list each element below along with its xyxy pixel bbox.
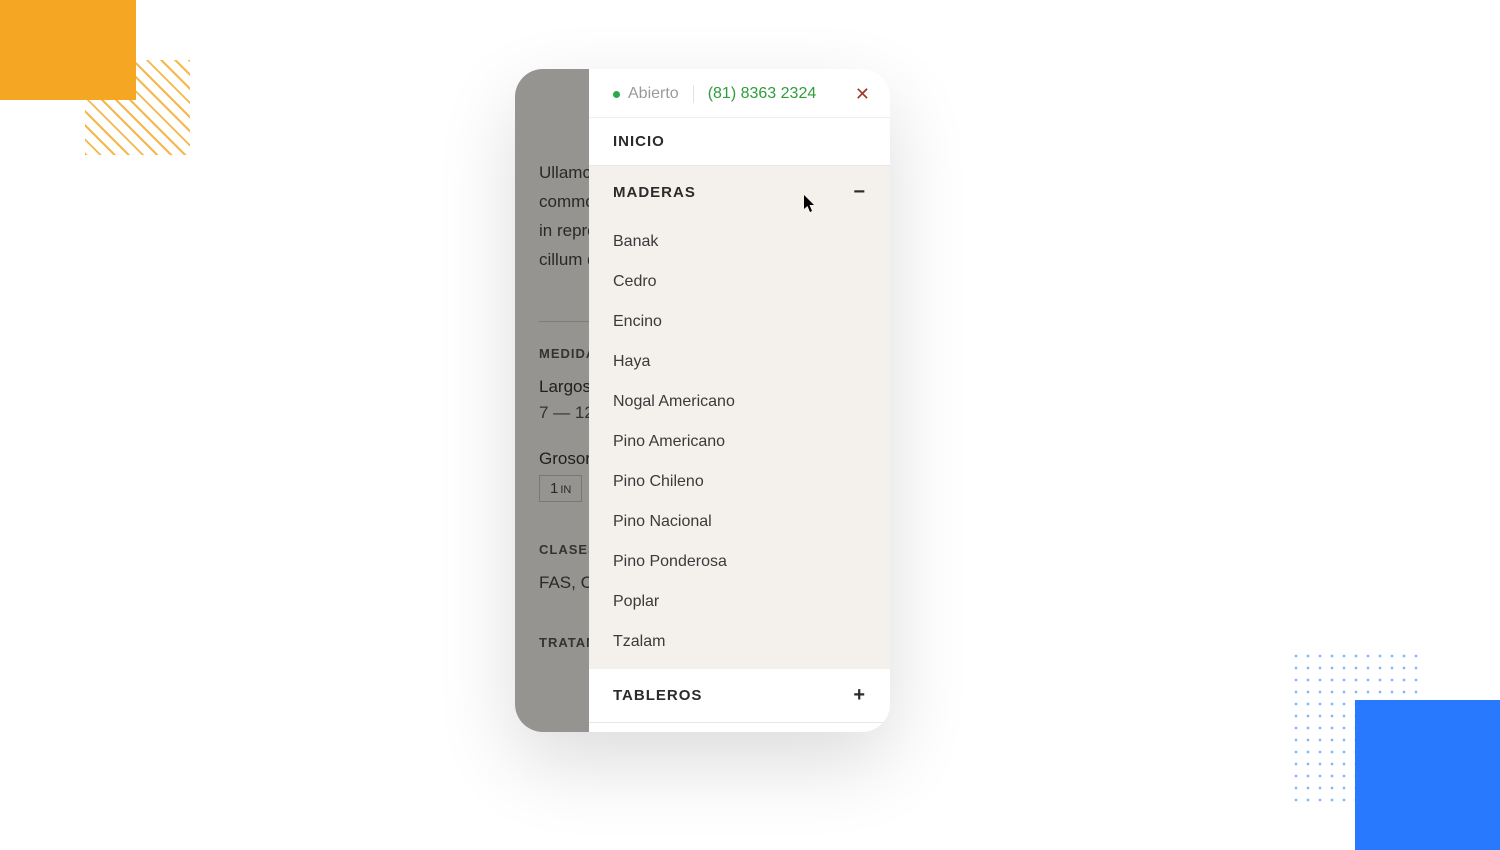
nav-subitem[interactable]: Pino Nacional — [589, 502, 890, 542]
decoration-orange-block — [0, 0, 136, 100]
nav-subitem[interactable]: Poplar — [589, 582, 890, 622]
drawer-header: Abierto (81) 8363 2324 ✕ — [589, 69, 890, 118]
nav-item-tableros[interactable]: TABLEROS + — [589, 669, 890, 723]
dim-overlay[interactable] — [515, 69, 589, 732]
collapse-icon[interactable]: − — [853, 181, 866, 204]
close-icon[interactable]: ✕ — [855, 85, 870, 103]
nav-subitem[interactable]: Banak — [589, 219, 890, 262]
nav-item-label: TABLEROS — [613, 687, 702, 704]
nav-subitem[interactable]: Pino Chileno — [589, 462, 890, 502]
phone-mockup: Ullamco laboris nisi ut aliquip ex ea co… — [515, 69, 890, 732]
nav-subitem[interactable]: Nogal Americano — [589, 382, 890, 422]
status-label: Abierto — [628, 85, 679, 103]
nav-submenu-maderas: Banak Cedro Encino Haya Nogal Americano … — [589, 219, 890, 669]
nav-drawer: Abierto (81) 8363 2324 ✕ INICIO MADERAS … — [589, 69, 890, 732]
status-dot-icon — [613, 91, 620, 98]
nav-item-label: MADERAS — [613, 184, 696, 201]
nav-item-ferreteria[interactable]: FERRETERÍA + — [589, 723, 890, 732]
nav-subitem[interactable]: Cedro — [589, 262, 890, 302]
decoration-blue-block — [1355, 700, 1500, 850]
expand-icon[interactable]: + — [853, 684, 866, 707]
nav-list: INICIO MADERAS − Banak Cedro Encino Haya… — [589, 118, 890, 732]
nav-subitem[interactable]: Pino Ponderosa — [589, 542, 890, 582]
nav-item-label: INICIO — [613, 133, 665, 150]
nav-subitem[interactable]: Haya — [589, 342, 890, 382]
nav-item-inicio[interactable]: INICIO — [589, 118, 890, 166]
nav-subitem[interactable]: Tzalam — [589, 622, 890, 669]
nav-subitem[interactable]: Encino — [589, 302, 890, 342]
separator — [693, 85, 694, 103]
phone-number[interactable]: (81) 8363 2324 — [708, 85, 817, 103]
nav-subitem[interactable]: Pino Americano — [589, 422, 890, 462]
nav-item-maderas[interactable]: MADERAS − — [589, 166, 890, 219]
